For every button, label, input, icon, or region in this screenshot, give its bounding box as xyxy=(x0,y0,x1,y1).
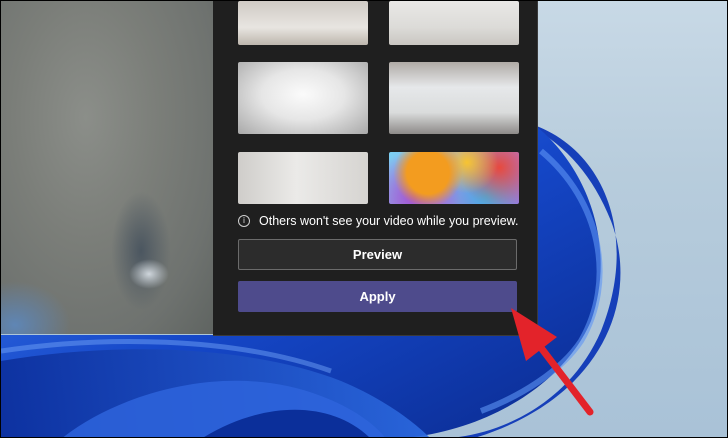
preview-notice: i Others won't see your video while you … xyxy=(238,213,534,229)
background-thumb-colorful-abstract[interactable] xyxy=(389,152,519,204)
video-preview xyxy=(1,1,213,334)
video-blur-highlight xyxy=(129,259,169,289)
video-blur-shape xyxy=(111,191,171,311)
preview-button-label: Preview xyxy=(352,247,403,262)
apply-button-label: Apply xyxy=(359,289,396,304)
background-thumb-white-bedroom[interactable] xyxy=(238,62,368,134)
preview-notice-text: Others won't see your video while you pr… xyxy=(259,214,519,228)
background-effects-panel: i Others won't see your video while you … xyxy=(213,1,538,336)
video-blur-corner xyxy=(1,281,71,334)
info-icon: i xyxy=(238,215,250,227)
background-thumb-white-corner[interactable] xyxy=(238,152,368,204)
background-thumb-bright-room[interactable] xyxy=(389,1,519,45)
preview-button[interactable]: Preview xyxy=(238,239,517,270)
background-thumb-industrial-office[interactable] xyxy=(389,62,519,134)
desktop-screenshot: i Others won't see your video while you … xyxy=(0,0,728,438)
background-thumb-loft-entry[interactable] xyxy=(238,1,368,45)
apply-button[interactable]: Apply xyxy=(238,281,517,312)
